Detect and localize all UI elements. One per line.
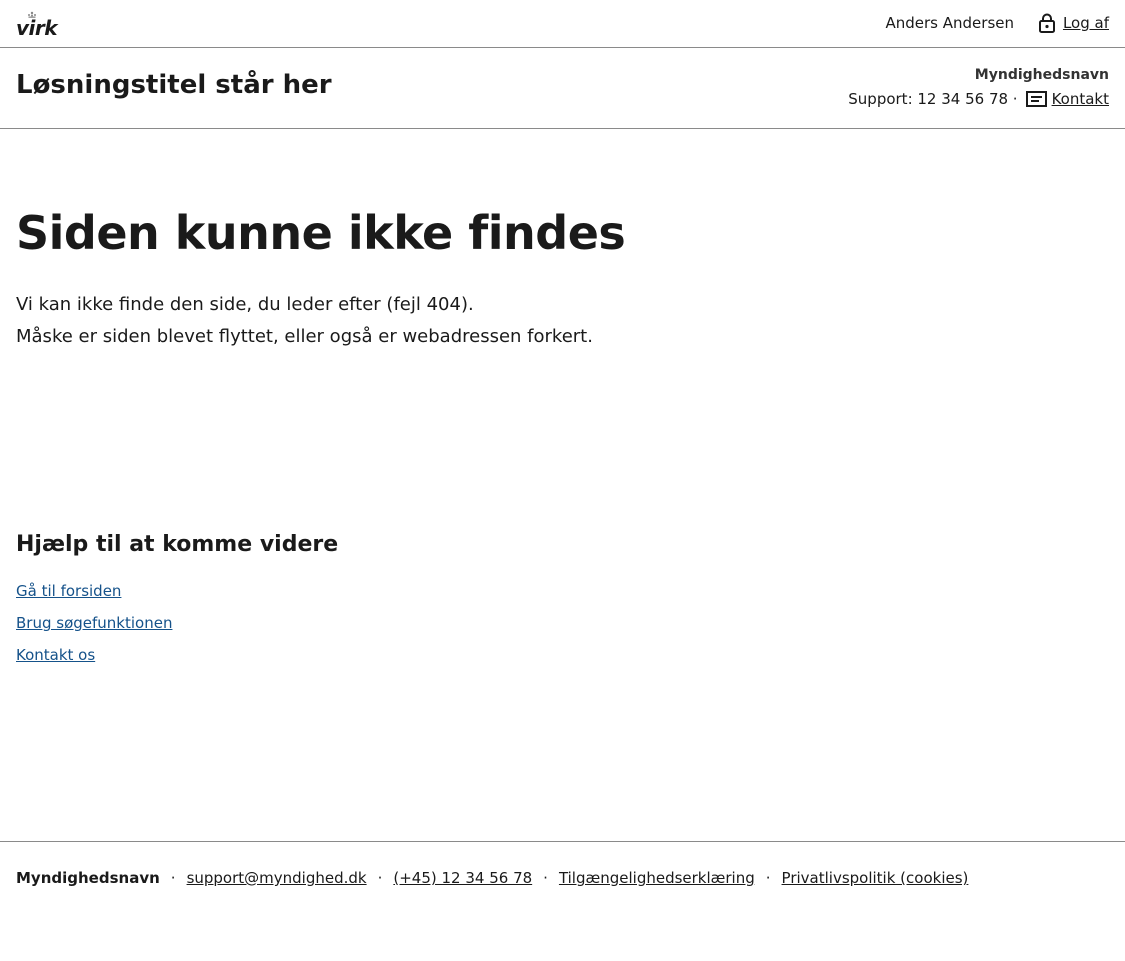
logout-label[interactable]: Log af [1063, 14, 1109, 32]
support-phone: Support: 12 34 56 78 · [848, 90, 1018, 108]
solution-header: Løsningstitel står her Myndighedsnavn Su… [0, 48, 1125, 129]
link-contact[interactable]: Kontakt os [16, 646, 172, 665]
error-content: Siden kunne ikke findes Vi kan ikke find… [16, 206, 1016, 353]
error-description: Vi kan ikke finde den side, du leder eft… [16, 289, 1016, 353]
footer-links: Myndighedsnavn · support@myndighed.dk · … [16, 869, 968, 887]
top-bar: virk Anders Andersen Log af [0, 0, 1125, 48]
footer-separator: · [543, 869, 548, 887]
lock-icon [1038, 13, 1055, 33]
virk-logo[interactable]: virk [16, 10, 58, 40]
error-line-2: Måske er siden blevet flyttet, eller ogs… [16, 326, 593, 348]
contact-link[interactable]: Kontakt [1052, 90, 1109, 108]
footer-phone-link[interactable]: (+45) 12 34 56 78 [393, 869, 532, 887]
footer-separator: · [377, 869, 383, 887]
footer-accessibility-link[interactable]: Tilgængelighedserklæring [559, 869, 755, 887]
footer-email-link[interactable]: support@myndighed.dk [187, 869, 367, 887]
footer-authority: Myndighedsnavn [16, 869, 160, 887]
footer-separator: · [765, 869, 771, 887]
user-name: Anders Andersen [885, 14, 1014, 32]
help-heading: Hjælp til at komme videre [16, 532, 339, 557]
authority-name: Myndighedsnavn [974, 67, 1109, 83]
logout-button[interactable]: Log af [1038, 13, 1109, 33]
logo-text: virk [16, 16, 58, 40]
support-line: Support: 12 34 56 78 · Kontakt [848, 90, 1109, 108]
solution-title: Løsningstitel står her [16, 70, 332, 100]
footer-privacy-link[interactable]: Privatlivspolitik (cookies) [782, 869, 969, 887]
error-line-1: Vi kan ikke finde den side, du leder eft… [16, 294, 474, 316]
help-links: Gå til forsiden Brug søgefunktionen Kont… [16, 582, 172, 678]
page-title: Siden kunne ikke findes [16, 206, 626, 260]
link-frontpage[interactable]: Gå til forsiden [16, 582, 172, 601]
link-search[interactable]: Brug søgefunktionen [16, 614, 172, 633]
footer-separator: · [170, 869, 176, 887]
message-icon [1025, 91, 1047, 107]
footer: Myndighedsnavn · support@myndighed.dk · … [0, 841, 1125, 961]
